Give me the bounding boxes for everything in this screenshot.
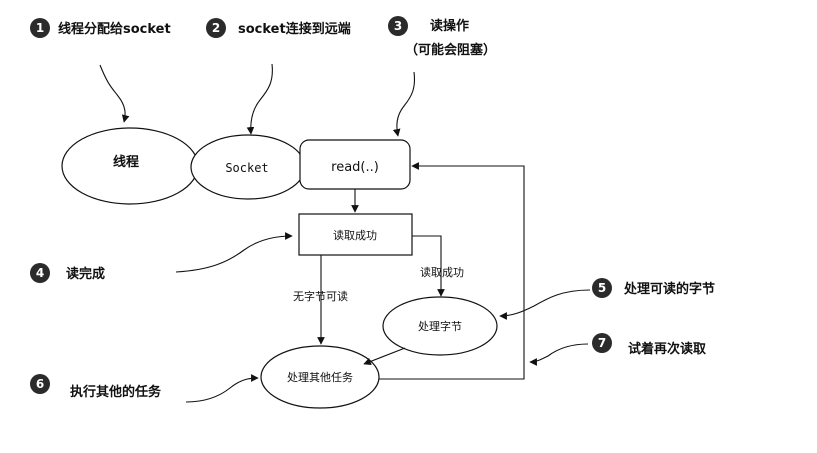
step-3-label-2: （可能会阻塞） [405, 42, 496, 58]
edge-label-no-bytes: 无字节可读 [293, 289, 348, 303]
step-3-label: 读操作 [430, 18, 469, 34]
callout-arrow-1 [99, 64, 130, 123]
node-other-tasks: 处理其他任务 [260, 345, 380, 409]
socket-label: Socket [225, 161, 268, 175]
step-6-label: 执行其他的任务 [70, 384, 162, 400]
callout-arrow-7 [529, 343, 589, 366]
other-tasks-label: 处理其他任务 [287, 371, 353, 384]
node-thread: 线程 [61, 127, 199, 205]
step-3-number: 3 [394, 19, 402, 33]
thread-label: 线程 [113, 154, 139, 170]
step-2: 2 socket连接到远端 [206, 18, 351, 38]
step-2-label: socket连接到远端 [238, 21, 351, 37]
step-6: 6 执行其他的任务 [30, 374, 162, 400]
callout-arrow-4 [175, 232, 293, 273]
step-2-number: 2 [212, 21, 220, 35]
process-bytes-label: 处理字节 [418, 319, 462, 333]
edge-label-read-success: 读取成功 [420, 265, 464, 279]
step-7: 7 试着再次读取 [592, 333, 707, 357]
callout-arrow-3 [392, 71, 416, 137]
step-5: 5 处理可读的字节 [592, 278, 715, 298]
step-1-number: 1 [36, 21, 44, 35]
step-5-label: 处理可读的字节 [623, 281, 715, 297]
node-read: read(..) [299, 139, 411, 190]
read-label: read(..) [331, 160, 379, 175]
step-7-label: 试着再次读取 [628, 341, 707, 357]
step-7-number: 7 [598, 336, 606, 350]
step-3: 3 读操作 （可能会阻塞） [388, 16, 496, 58]
callout-arrow-6 [185, 374, 259, 403]
diagram-canvas: 1 线程分配给socket 2 socket连接到远端 3 读操作 （可能会阻塞… [30, 16, 715, 409]
step-1-label: 线程分配给socket [58, 21, 171, 37]
edge-process-to-other [363, 347, 406, 366]
callout-arrow-2 [246, 63, 273, 135]
step-4: 4 读完成 [30, 263, 105, 283]
callout-arrow-5 [499, 289, 591, 320]
step-5-number: 5 [598, 281, 606, 295]
step-1: 1 线程分配给socket [30, 18, 171, 38]
step-6-number: 6 [36, 377, 44, 391]
step-4-label: 读完成 [66, 266, 105, 282]
node-process-bytes: 处理字节 [382, 296, 498, 356]
node-socket: Socket [190, 134, 306, 200]
read-success-label: 读取成功 [333, 228, 377, 242]
step-4-number: 4 [36, 266, 44, 280]
node-read-success: 读取成功 [298, 213, 413, 256]
